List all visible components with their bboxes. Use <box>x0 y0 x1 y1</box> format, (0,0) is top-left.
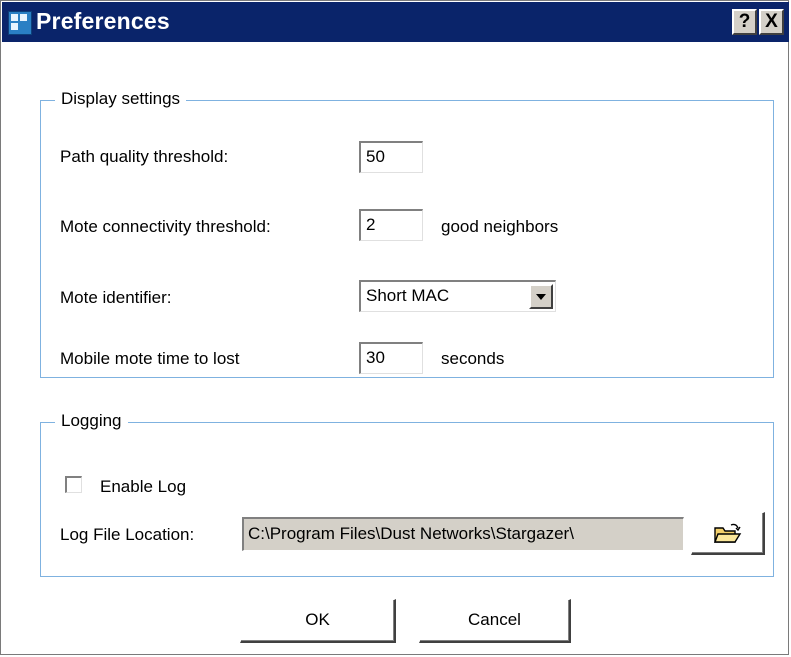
app-icon <box>8 11 32 35</box>
ok-button[interactable]: OK <box>240 599 396 643</box>
log-file-location-label: Log File Location: <box>60 525 195 544</box>
mote-identifier-value: Short MAC <box>366 286 450 305</box>
path-quality-label: Path quality threshold: <box>60 147 229 166</box>
preferences-dialog: Preferences ? X Display settings Path qu… <box>0 0 789 655</box>
log-file-location-field[interactable]: C:\Program Files\Dust Networks\Stargazer… <box>242 517 684 551</box>
enable-log-checkbox[interactable] <box>65 476 82 493</box>
enable-log-label[interactable]: Enable Log <box>100 477 186 497</box>
connectivity-suffix: good neighbors <box>441 217 559 236</box>
mote-identifier-label: Mote identifier: <box>60 288 172 307</box>
mobile-lost-input[interactable]: 30 <box>359 342 423 374</box>
mobile-lost-suffix: seconds <box>441 349 505 368</box>
window-title: Preferences <box>36 8 170 34</box>
cancel-button[interactable]: Cancel <box>419 599 571 643</box>
logging-group: Logging <box>40 411 774 577</box>
path-quality-input[interactable]: 50 <box>359 141 423 173</box>
connectivity-input[interactable]: 2 <box>359 209 423 241</box>
mote-identifier-select[interactable]: Short MAC <box>359 280 556 312</box>
title-bar[interactable]: Preferences ? X <box>2 2 789 42</box>
close-button[interactable]: X <box>759 9 784 35</box>
connectivity-label: Mote connectivity threshold: <box>60 217 271 236</box>
mobile-lost-label: Mobile mote time to lost <box>60 349 240 368</box>
logging-title: Logging <box>55 411 128 431</box>
browse-button[interactable] <box>691 512 765 555</box>
folder-open-icon <box>714 523 742 543</box>
close-icon: X <box>765 11 778 32</box>
display-settings-title: Display settings <box>55 89 187 109</box>
chevron-down-icon[interactable] <box>529 284 553 309</box>
help-button[interactable]: ? <box>732 9 757 35</box>
